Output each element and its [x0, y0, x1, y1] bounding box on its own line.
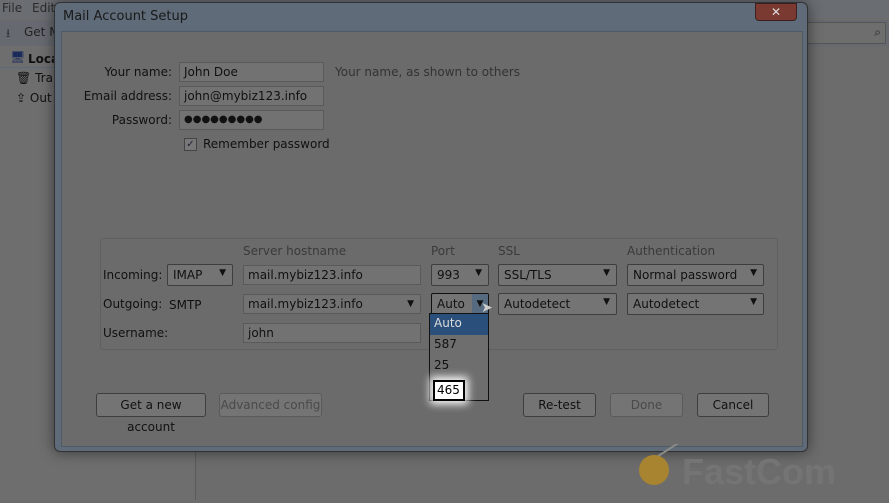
port-option-465[interactable]: 465: [433, 380, 465, 401]
download-icon: ⭳: [6, 26, 11, 40]
chevron-down-icon: ▼: [603, 297, 610, 307]
port-option-25[interactable]: 25: [430, 356, 488, 377]
outgoing-protocol: SMTP: [169, 298, 202, 312]
remember-label: Remember password: [203, 137, 330, 151]
close-icon: ✕: [770, 5, 782, 19]
fastcomet-logo-icon: FastCom: [639, 437, 836, 492]
chevron-down-icon: ▼: [750, 268, 757, 278]
advanced-config-button[interactable]: Advanced config: [219, 393, 322, 417]
username-input[interactable]: john: [243, 323, 421, 343]
menu-file[interactable]: File: [2, 1, 22, 15]
incoming-label: Incoming:: [103, 268, 163, 282]
outgoing-ssl-select[interactable]: Autodetect ▼: [498, 293, 617, 315]
chevron-down-icon: ▼: [475, 268, 482, 278]
username-label: Username:: [103, 326, 169, 340]
incoming-port-select[interactable]: 993 ▼: [431, 264, 489, 286]
outgoing-host-combobox[interactable]: mail.mybiz123.info ▼: [243, 294, 421, 314]
header-port: Port: [431, 244, 455, 258]
menu-edit[interactable]: Edit: [32, 1, 55, 15]
folder-trash[interactable]: 🗑 Tra: [16, 71, 53, 85]
cancel-button[interactable]: Cancel: [697, 393, 769, 417]
incoming-ssl-select[interactable]: SSL/TLS ▼: [498, 264, 617, 286]
outgoing-label: Outgoing:: [103, 297, 163, 311]
done-button[interactable]: Done: [610, 393, 683, 417]
password-input[interactable]: ●●●●●●●●●: [179, 110, 324, 130]
outgoing-auth-select[interactable]: Autodetect ▼: [627, 293, 764, 315]
svg-text:FastCom: FastCom: [682, 451, 836, 492]
port-option-587[interactable]: 587: [430, 335, 488, 356]
remember-checkbox[interactable]: ✓: [184, 138, 197, 151]
outbox-icon: ⇪: [16, 91, 27, 105]
get-new-account-button[interactable]: Get a new account: [96, 393, 206, 434]
retest-button[interactable]: Re-test: [523, 393, 596, 417]
incoming-auth-select[interactable]: Normal password ▼: [627, 264, 764, 286]
dialog-title: Mail Account Setup: [63, 9, 188, 24]
header-ssl: SSL: [498, 244, 520, 258]
search-input[interactable]: ⌕: [800, 22, 886, 44]
port-option-auto[interactable]: Auto: [430, 314, 488, 335]
incoming-host-input[interactable]: mail.mybiz123.info: [243, 265, 421, 285]
folder-outbox[interactable]: ⇪ Out: [16, 91, 52, 105]
name-input[interactable]: John Doe: [179, 62, 324, 82]
email-label: Email address:: [83, 89, 172, 103]
chevron-down-icon: ▼: [407, 299, 414, 309]
email-input[interactable]: john@mybiz123.info: [179, 86, 324, 106]
chevron-down-icon: ▼: [603, 268, 610, 278]
chevron-down-icon: ▼: [750, 297, 757, 307]
header-auth: Authentication: [627, 244, 716, 258]
watermark-logo: FastCom: [636, 437, 886, 503]
header-hostname: Server hostname: [243, 244, 347, 258]
trash-icon: 🗑: [16, 71, 32, 85]
password-label: Password:: [111, 113, 172, 127]
search-icon: ⌕: [874, 25, 881, 39]
chevron-down-icon: ▼: [219, 268, 226, 278]
close-button[interactable]: ✕: [755, 3, 797, 21]
mouse-cursor-icon: ➤: [481, 300, 493, 316]
computer-icon: 🖥: [10, 50, 26, 64]
name-label: Your name:: [104, 65, 172, 79]
incoming-protocol-select[interactable]: IMAP ▼: [167, 264, 233, 286]
name-hint: Your name, as shown to others: [335, 65, 521, 79]
